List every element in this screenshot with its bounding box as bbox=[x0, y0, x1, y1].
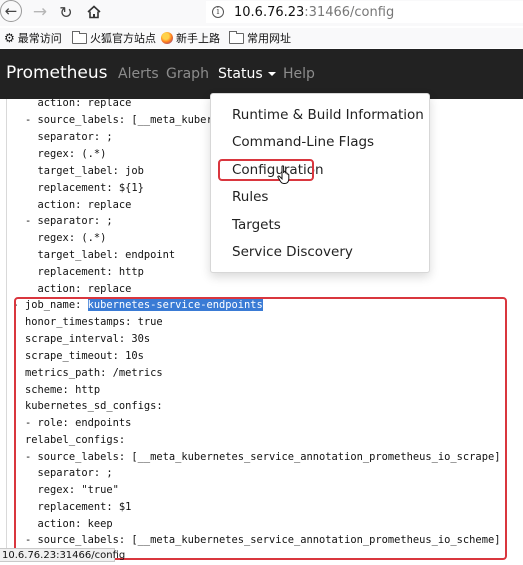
config-line: target_label: endpoint bbox=[0, 249, 176, 261]
config-line: target_label: job bbox=[0, 165, 144, 177]
config-line: action: replace bbox=[0, 99, 132, 109]
hand-pointer-icon bbox=[277, 165, 290, 184]
menu-item-runtime-build-info[interactable]: Runtime & Build Information bbox=[232, 107, 424, 123]
gear-icon: ⚙ bbox=[4, 31, 15, 45]
back-arrow-icon[interactable]: ← bbox=[0, 0, 22, 22]
nav-status-label: Status bbox=[218, 66, 263, 82]
nav-graph[interactable]: Graph bbox=[166, 66, 209, 82]
brand-link[interactable]: Prometheus bbox=[6, 63, 108, 83]
configuration-highlight-box bbox=[218, 159, 314, 181]
caret-down-icon bbox=[267, 72, 276, 76]
bookmark-common-sites[interactable]: 常用网址 bbox=[229, 30, 291, 46]
config-line: action: replace bbox=[0, 199, 132, 211]
nav-alerts[interactable]: Alerts bbox=[118, 66, 159, 82]
url-bar[interactable]: i 10.6.76.23:31466/config bbox=[206, 1, 523, 23]
url-path: :31466/config bbox=[304, 4, 395, 20]
config-line: regex: (.*) bbox=[0, 232, 107, 244]
menu-item-targets[interactable]: Targets bbox=[232, 217, 281, 233]
prometheus-navbar: Prometheus Alerts Graph Status Help bbox=[0, 49, 523, 99]
menu-item-rules[interactable]: Rules bbox=[232, 189, 268, 205]
job-config-highlight-box bbox=[14, 297, 507, 560]
folder-icon bbox=[72, 30, 87, 44]
bookmarks-bar: ⚙ 最常访问 火狐官方站点 新手上路 常用网址 bbox=[0, 28, 523, 48]
home-icon[interactable] bbox=[84, 0, 104, 24]
config-line: replacement: http bbox=[0, 266, 144, 278]
browser-toolbar: ← → ↻ i 10.6.76.23:31466/config bbox=[0, 0, 523, 26]
status-dropdown-menu: Runtime & Build Information Command-Line… bbox=[210, 93, 430, 273]
bookmark-firefox-official[interactable]: 火狐官方站点 bbox=[72, 30, 156, 46]
menu-item-command-line-flags[interactable]: Command-Line Flags bbox=[232, 134, 374, 150]
bookmark-label: 最常访问 bbox=[17, 32, 62, 45]
firefox-icon bbox=[161, 32, 173, 44]
bookmark-getting-started[interactable]: 新手上路 bbox=[161, 30, 220, 46]
url-host: 10.6.76.23 bbox=[234, 4, 305, 20]
menu-item-service-discovery[interactable]: Service Discovery bbox=[232, 244, 353, 260]
bookmark-label: 火狐官方站点 bbox=[90, 32, 156, 45]
config-line: replacement: ${1} bbox=[0, 182, 144, 194]
folder-icon bbox=[229, 30, 244, 44]
forward-arrow-icon[interactable]: → bbox=[30, 0, 50, 24]
bookmark-most-visited[interactable]: ⚙ 最常访问 bbox=[4, 30, 62, 46]
config-line: action: replace bbox=[0, 283, 132, 295]
bookmark-label: 新手上路 bbox=[176, 32, 220, 45]
link-preview-statusbar: 10.6.76.23:31466/config bbox=[0, 548, 126, 562]
bookmark-label: 常用网址 bbox=[247, 32, 291, 45]
reload-icon[interactable]: ↻ bbox=[56, 0, 76, 24]
config-line: separator: ; bbox=[0, 131, 113, 143]
config-line: regex: (.*) bbox=[0, 148, 107, 160]
config-line: - separator: ; bbox=[0, 215, 113, 227]
nav-status-dropdown[interactable]: Status bbox=[218, 66, 276, 82]
site-info-icon[interactable]: i bbox=[212, 6, 224, 18]
nav-help[interactable]: Help bbox=[283, 66, 315, 82]
